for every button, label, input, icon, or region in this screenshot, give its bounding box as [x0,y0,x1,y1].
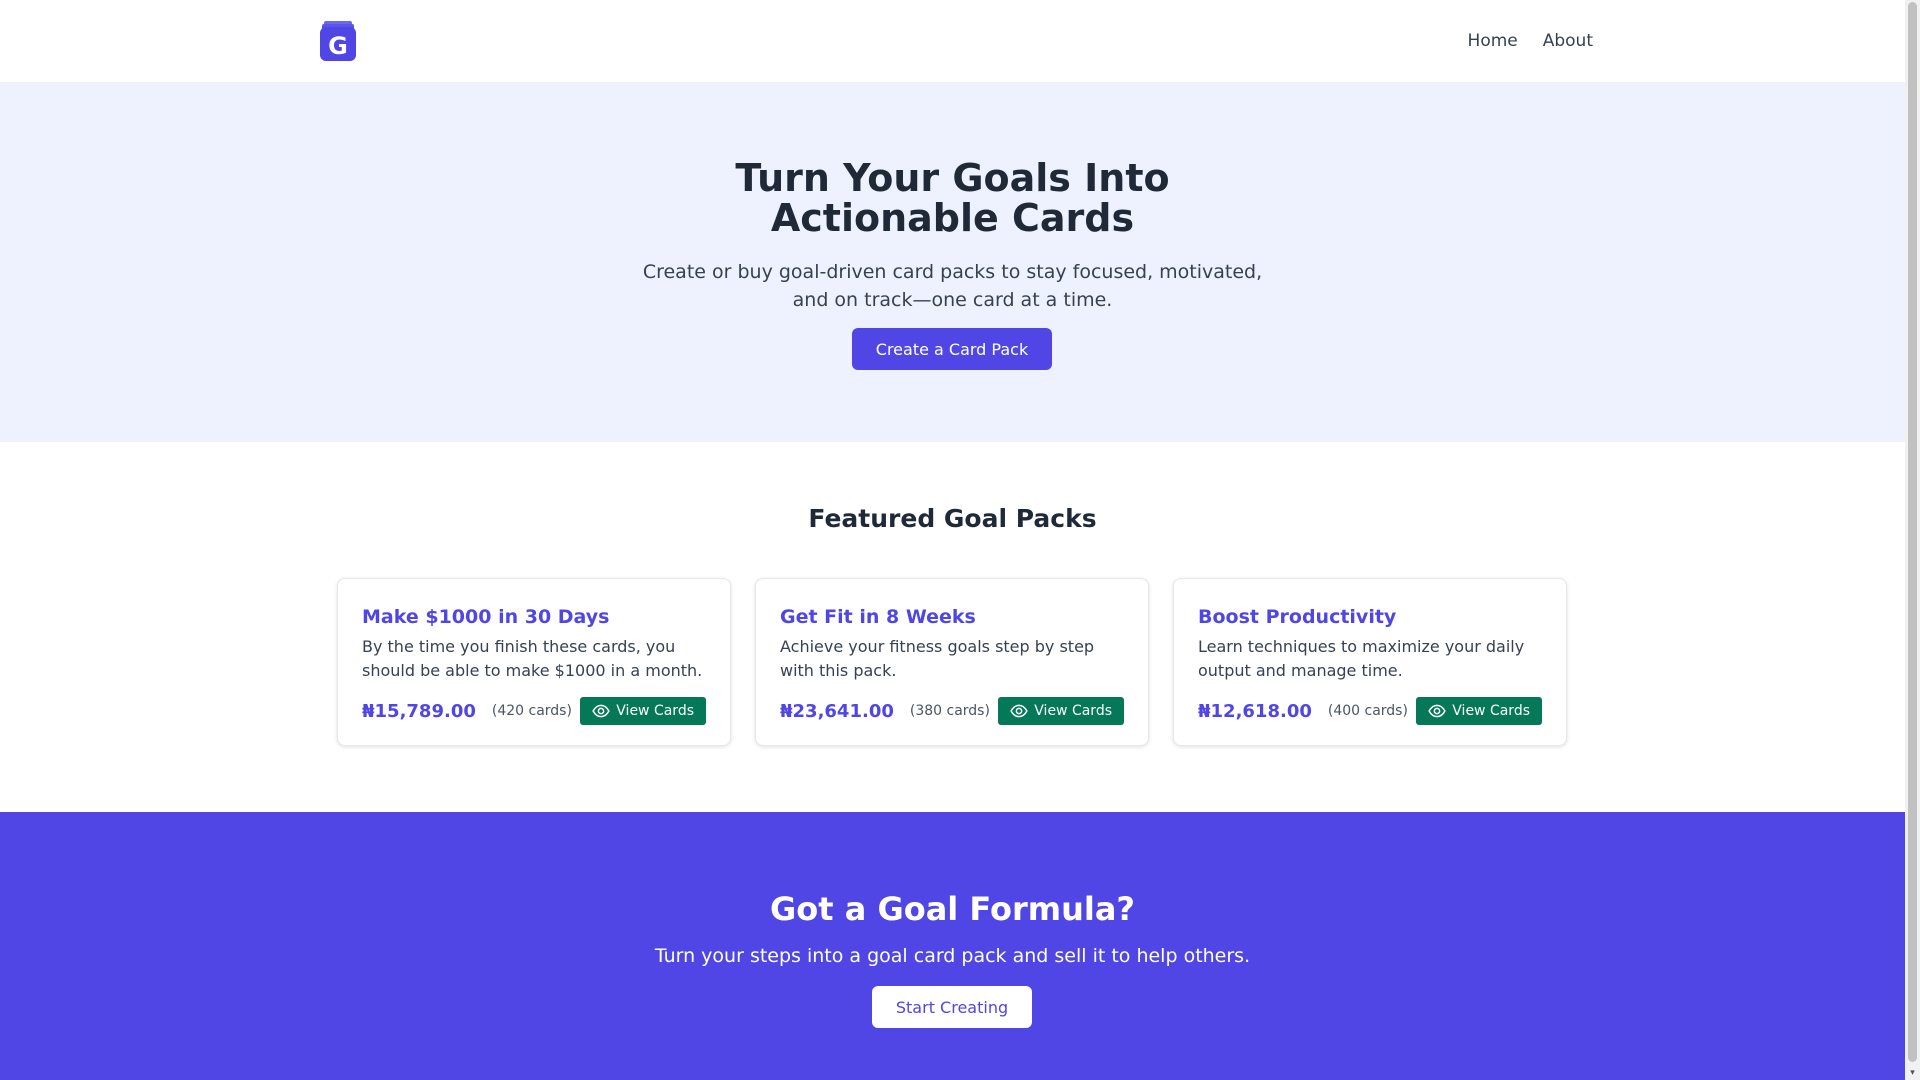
hero-title: Turn Your Goals Into Actionable Cards [0,158,1905,238]
pack-title[interactable]: Boost Productivity [1198,605,1542,629]
view-cards-label: View Cards [616,703,694,719]
pack-footer: ₦23,641.00 (380 cards) View Cards [780,697,1124,725]
pack-footer: ₦15,789.00 (420 cards) View Cards [362,697,706,725]
pack-description: By the time you finish these cards, you … [362,637,703,680]
site-header: G Home About [0,0,1905,82]
pack-card-count: (420 cards) [491,703,572,719]
nav-home-link[interactable]: Home [1468,31,1518,51]
pack-price: ₦12,618.00 [1198,700,1312,722]
view-cards-label: View Cards [1034,703,1112,719]
view-cards-button[interactable]: View Cards [1416,697,1542,725]
start-creating-button[interactable]: Start Creating [872,986,1032,1028]
pack-card-count: (380 cards) [909,703,990,719]
pack-card: Make $1000 in 30 Days By the time you fi… [337,578,731,746]
view-cards-label: View Cards [1452,703,1530,719]
view-cards-button[interactable]: View Cards [998,697,1124,725]
eye-icon [592,704,611,718]
eye-icon [1428,704,1447,718]
featured-heading: Featured Goal Packs [808,504,1097,533]
logo-letter: G [328,32,348,60]
cta-text: Turn your steps into a goal card pack an… [654,945,1251,967]
pack-price: ₦15,789.00 [362,700,476,722]
page-scrollbar[interactable]: ▾ [1905,0,1920,1080]
scrollbar-thumb[interactable] [1908,2,1917,1062]
pack-card: Get Fit in 8 Weeks Achieve your fitness … [755,578,1149,746]
scroll-down-arrow-icon[interactable]: ▾ [1908,1069,1917,1078]
hero-title-line-2: Actionable Cards [770,196,1135,240]
cta-section: Got a Goal Formula? Turn your steps into… [0,812,1905,1080]
featured-packs-section: Featured Goal Packs Make $1000 in 30 Day… [0,442,1905,812]
eye-icon [1010,704,1029,718]
cta-heading: Got a Goal Formula? [770,890,1135,928]
main-nav: Home About [1468,0,1593,82]
create-card-pack-button[interactable]: Create a Card Pack [852,328,1052,370]
pack-card: Boost Productivity Learn techniques to m… [1173,578,1567,746]
pack-card-list: Make $1000 in 30 Days By the time you fi… [337,578,1569,746]
hero-section: Turn Your Goals Into Actionable Cards Cr… [0,82,1905,442]
pack-description: Learn techniques to maximize your daily … [1198,637,1525,680]
logo-icon[interactable]: G [320,21,356,61]
pack-price: ₦23,641.00 [780,700,894,722]
pack-footer: ₦12,618.00 (400 cards) View Cards [1198,697,1542,725]
hero-subtitle: Create or buy goal-driven card packs to … [642,261,1263,311]
pack-description: Achieve your fitness goals step by step … [780,637,1095,680]
pack-title[interactable]: Make $1000 in 30 Days [362,605,706,629]
hero-title-line-1: Turn Your Goals Into [735,156,1170,200]
page: G Home About Turn Your Goals Into Action… [0,0,1905,1080]
pack-card-count: (400 cards) [1327,703,1408,719]
view-cards-button[interactable]: View Cards [580,697,706,725]
pack-title[interactable]: Get Fit in 8 Weeks [780,605,1124,629]
nav-about-link[interactable]: About [1543,31,1593,51]
